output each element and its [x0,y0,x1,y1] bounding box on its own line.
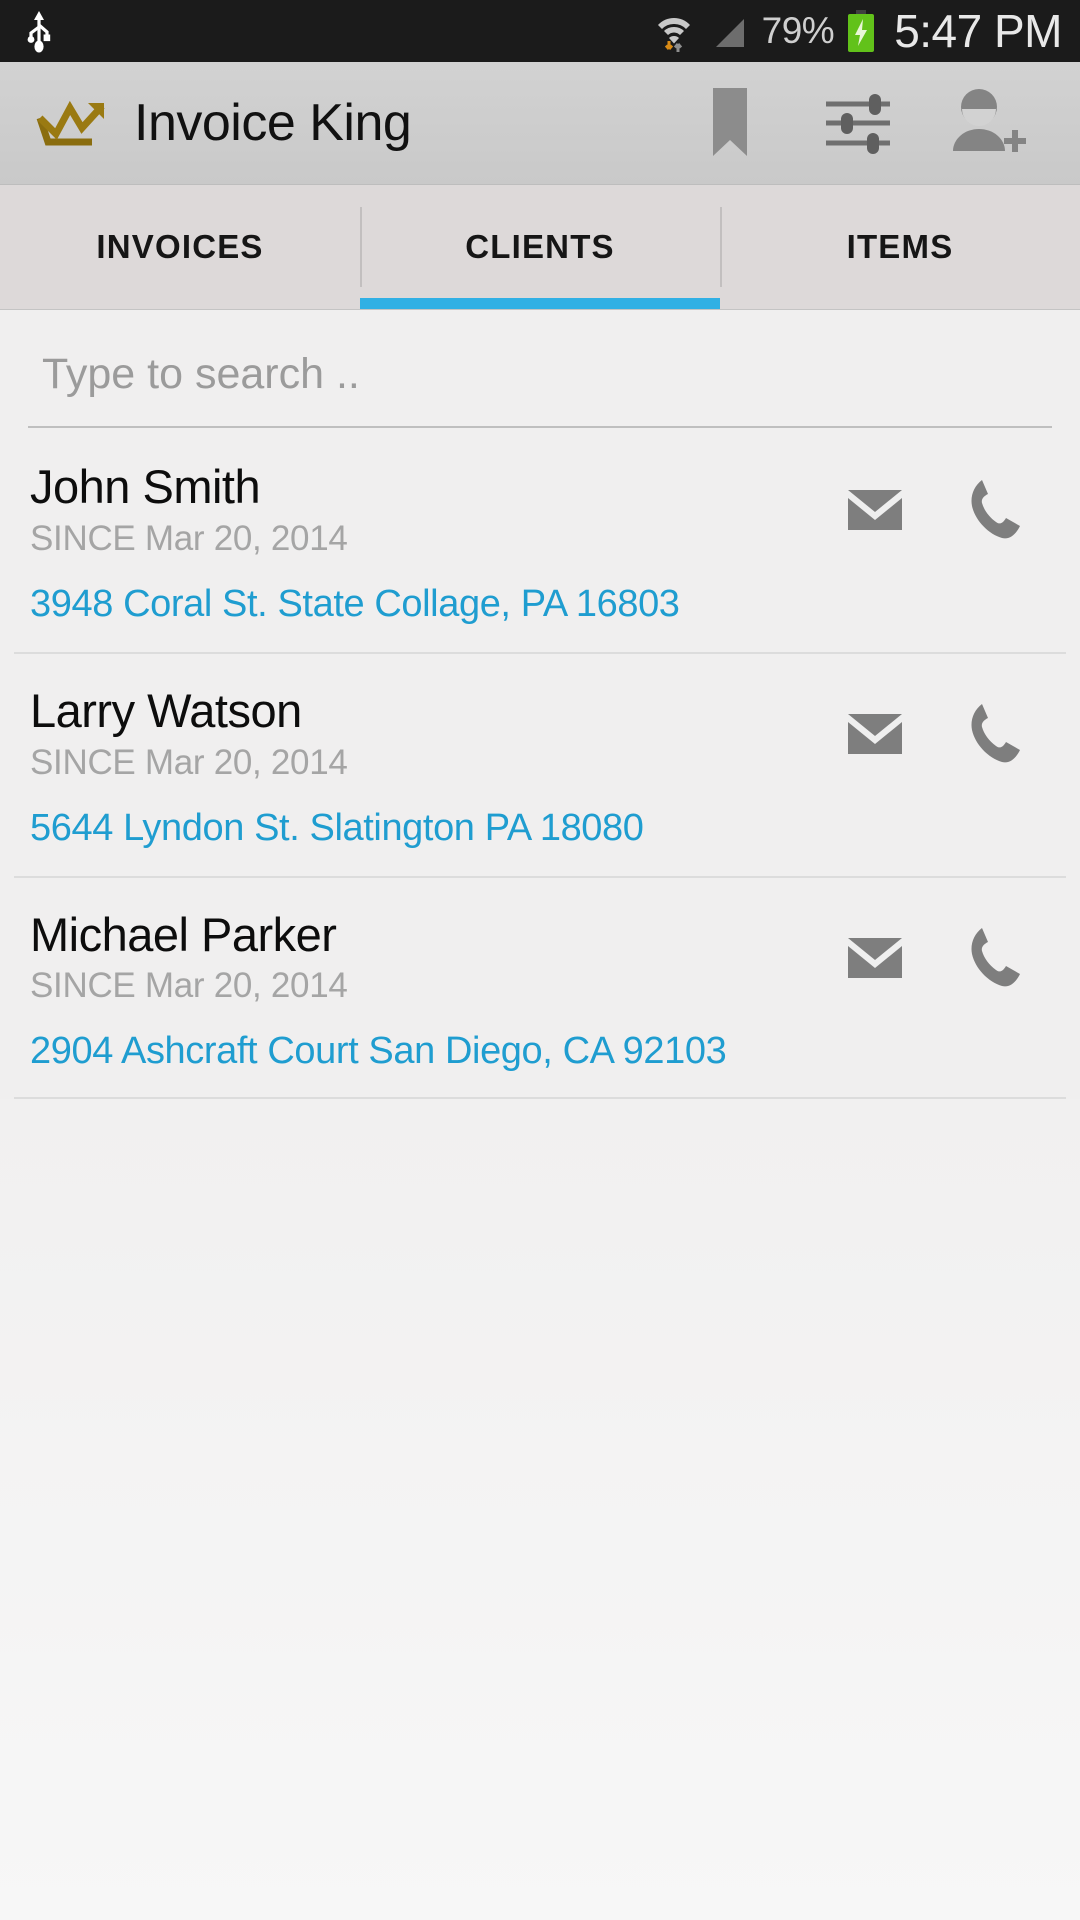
signal-icon [708,9,752,53]
client-list-item[interactable]: John Smith SINCE Mar 20, 2014 3948 Coral… [0,428,1080,652]
email-icon[interactable] [842,924,908,990]
client-since: SINCE Mar 20, 2014 [30,742,348,782]
email-icon[interactable] [842,476,908,542]
client-list: John Smith SINCE Mar 20, 2014 3948 Coral… [0,428,1080,1100]
client-since: SINCE Mar 20, 2014 [30,966,348,1006]
tab-clients[interactable]: CLIENTS [360,185,720,309]
client-name: John Smith [30,460,261,513]
wifi-icon [650,8,698,54]
tab-bar: INVOICES CLIENTS ITEMS [0,185,1080,310]
search-input[interactable] [28,336,1052,428]
client-address[interactable]: 5644 Lyndon St. Slatington PA 18080 [30,807,842,850]
phone-icon[interactable] [960,476,1026,542]
battery-percent-label: 79% [761,10,835,51]
client-row-actions [842,462,1050,542]
client-info: Larry Watson SINCE Mar 20, 2014 5644 Lyn… [30,683,842,850]
app-screen: 79% 5:47 PM Invoice King INVOICES CLIENT… [0,0,1080,1920]
action-bar: Invoice King [0,62,1080,185]
client-row-actions [842,686,1050,766]
client-name: Larry Watson [30,683,302,737]
usb-icon [22,8,56,54]
search-container [0,310,1080,428]
status-bar-right: 79% 5:47 PM [650,4,1062,58]
status-bar: 79% 5:47 PM [0,0,1080,62]
add-person-icon[interactable] [922,62,1050,185]
settings-sliders-icon[interactable] [794,62,922,185]
phone-icon[interactable] [960,700,1026,766]
tab-items-label: ITEMS [846,228,954,265]
bookmark-icon[interactable] [666,62,794,185]
active-tab-indicator [360,298,720,309]
client-list-item[interactable]: Larry Watson SINCE Mar 20, 2014 5644 Lyn… [0,651,1080,876]
tab-invoices[interactable]: INVOICES [0,185,360,309]
crown-trending-logo-icon [34,92,112,154]
email-icon[interactable] [842,700,908,766]
client-list-item[interactable]: Michael Parker SINCE Mar 20, 2014 2904 A… [0,875,1080,1100]
client-info: John Smith SINCE Mar 20, 2014 3948 Coral… [30,460,842,626]
client-info: Michael Parker SINCE Mar 20, 2014 2904 A… [30,907,842,1074]
client-address[interactable]: 3948 Coral St. State Collage, PA 16803 [30,583,842,626]
action-bar-actions [666,62,1050,185]
empty-list-area [0,1099,1080,1920]
status-bar-left [22,8,56,54]
client-row-actions [842,910,1050,990]
tab-invoices-label: INVOICES [96,228,264,265]
phone-icon[interactable] [960,924,1026,990]
tab-clients-label: CLIENTS [465,228,615,265]
client-since: SINCE Mar 20, 2014 [30,518,348,558]
app-title: Invoice King [134,94,412,152]
client-address[interactable]: 2904 Ashcraft Court San Diego, CA 92103 [30,1030,842,1073]
client-name: Michael Parker [30,907,337,961]
app-brand: Invoice King [34,92,412,154]
clock-label: 5:47 PM [894,5,1062,57]
battery-charging-icon [844,8,878,54]
tab-items[interactable]: ITEMS [720,185,1080,309]
